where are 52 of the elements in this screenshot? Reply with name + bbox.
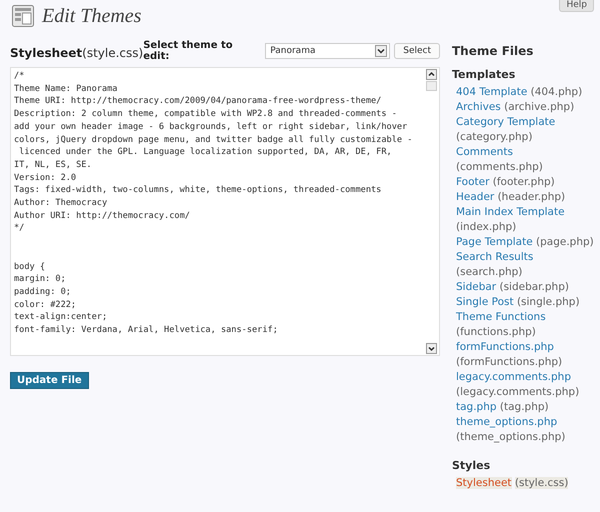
file-link[interactable]: legacy.comments.php bbox=[456, 371, 571, 383]
file-name: (tag.php) bbox=[500, 401, 549, 413]
file-name: (404.php) bbox=[530, 86, 582, 98]
file-name: (archive.php) bbox=[504, 101, 574, 113]
scrollbar-thumb[interactable] bbox=[426, 81, 437, 91]
file-link[interactable]: Theme Functions bbox=[456, 311, 546, 323]
file-name: (page.php) bbox=[536, 236, 594, 248]
file-name: (category.php) bbox=[456, 131, 532, 143]
select-button[interactable]: Select bbox=[394, 43, 440, 59]
file-name: (single.php) bbox=[516, 296, 580, 308]
file-link[interactable]: Main Index Template bbox=[456, 206, 565, 218]
code-editor[interactable]: /* Theme Name: Panorama Theme URI: http://themocracy.com/2009/04/panorama-free-wordpress-theme/ Description: 2 column theme, compatible with WP2.8 and threaded-comments - add your own header image - 6 backgrounds, left or right sidebar, link/hover colors, jQuery dropdown page menu, and twitter badge all fully customizable - licenced under the GPL. Language localization supported, DA, AR, DE, FR, IT, NL, ES, SE. Version: 2.0 Tags: fixed-width, two-columns, white, theme-options, threaded-comments Author: Themocracy Author URI: http://themocracy.com/ */ body { margin: 0; padding: 0; color: #222; text-align:center; font-family: Verdana, Arial, Helvetica, sans-serif; bbox=[10, 67, 440, 356]
file-link[interactable]: Page Template bbox=[456, 236, 533, 248]
file-name: (legacy.comments.php) bbox=[456, 386, 580, 398]
file-link[interactable]: Footer bbox=[456, 176, 490, 188]
help-button[interactable]: Help bbox=[559, 0, 594, 12]
file-name: (style.css) bbox=[514, 477, 568, 489]
file-name: (sidebar.php) bbox=[499, 281, 569, 293]
file-link[interactable]: theme_options.php bbox=[456, 416, 558, 428]
file-link[interactable]: Archives bbox=[456, 101, 501, 113]
file-link[interactable]: tag.php bbox=[456, 401, 497, 413]
select-theme-label: Select theme to edit: bbox=[143, 40, 234, 62]
file-link[interactable]: 404 Template bbox=[456, 86, 528, 98]
theme-layout-icon bbox=[12, 5, 34, 27]
theme-files-heading: Theme Files bbox=[452, 44, 534, 58]
file-link[interactable]: Sidebar bbox=[456, 281, 496, 293]
file-name: (theme_options.php) bbox=[456, 431, 566, 443]
file-name: (functions.php) bbox=[456, 326, 536, 338]
scroll-down-icon[interactable] bbox=[426, 343, 437, 354]
file-heading: Stylesheet bbox=[10, 46, 82, 60]
theme-dropdown[interactable]: Panorama bbox=[265, 43, 390, 59]
file-link[interactable]: Stylesheet bbox=[456, 477, 512, 489]
file-link[interactable]: Header bbox=[456, 191, 494, 203]
page-title: Edit Themes bbox=[42, 4, 142, 28]
file-link[interactable]: Single Post bbox=[456, 296, 514, 308]
file-name: (formFunctions.php) bbox=[456, 356, 562, 368]
update-file-button[interactable]: Update File bbox=[10, 372, 89, 389]
file-link[interactable]: Search Results bbox=[456, 251, 534, 263]
dropdown-caret-icon bbox=[375, 45, 388, 57]
section-heading: Styles bbox=[452, 459, 492, 472]
file-heading-filename: (style.css) bbox=[82, 46, 144, 60]
scrollbar[interactable] bbox=[426, 69, 437, 354]
file-name: (comments.php) bbox=[456, 161, 543, 173]
file-name: (index.php) bbox=[456, 221, 516, 233]
file-link[interactable]: Category Template bbox=[456, 116, 556, 128]
file-name: (footer.php) bbox=[492, 176, 555, 188]
file-link[interactable]: Comments bbox=[456, 146, 513, 158]
scroll-up-icon[interactable] bbox=[426, 69, 437, 80]
section-heading: Templates bbox=[452, 68, 516, 81]
file-name: (header.php) bbox=[498, 191, 566, 203]
file-name: (search.php) bbox=[456, 266, 522, 278]
file-link[interactable]: formFunctions.php bbox=[456, 341, 554, 353]
